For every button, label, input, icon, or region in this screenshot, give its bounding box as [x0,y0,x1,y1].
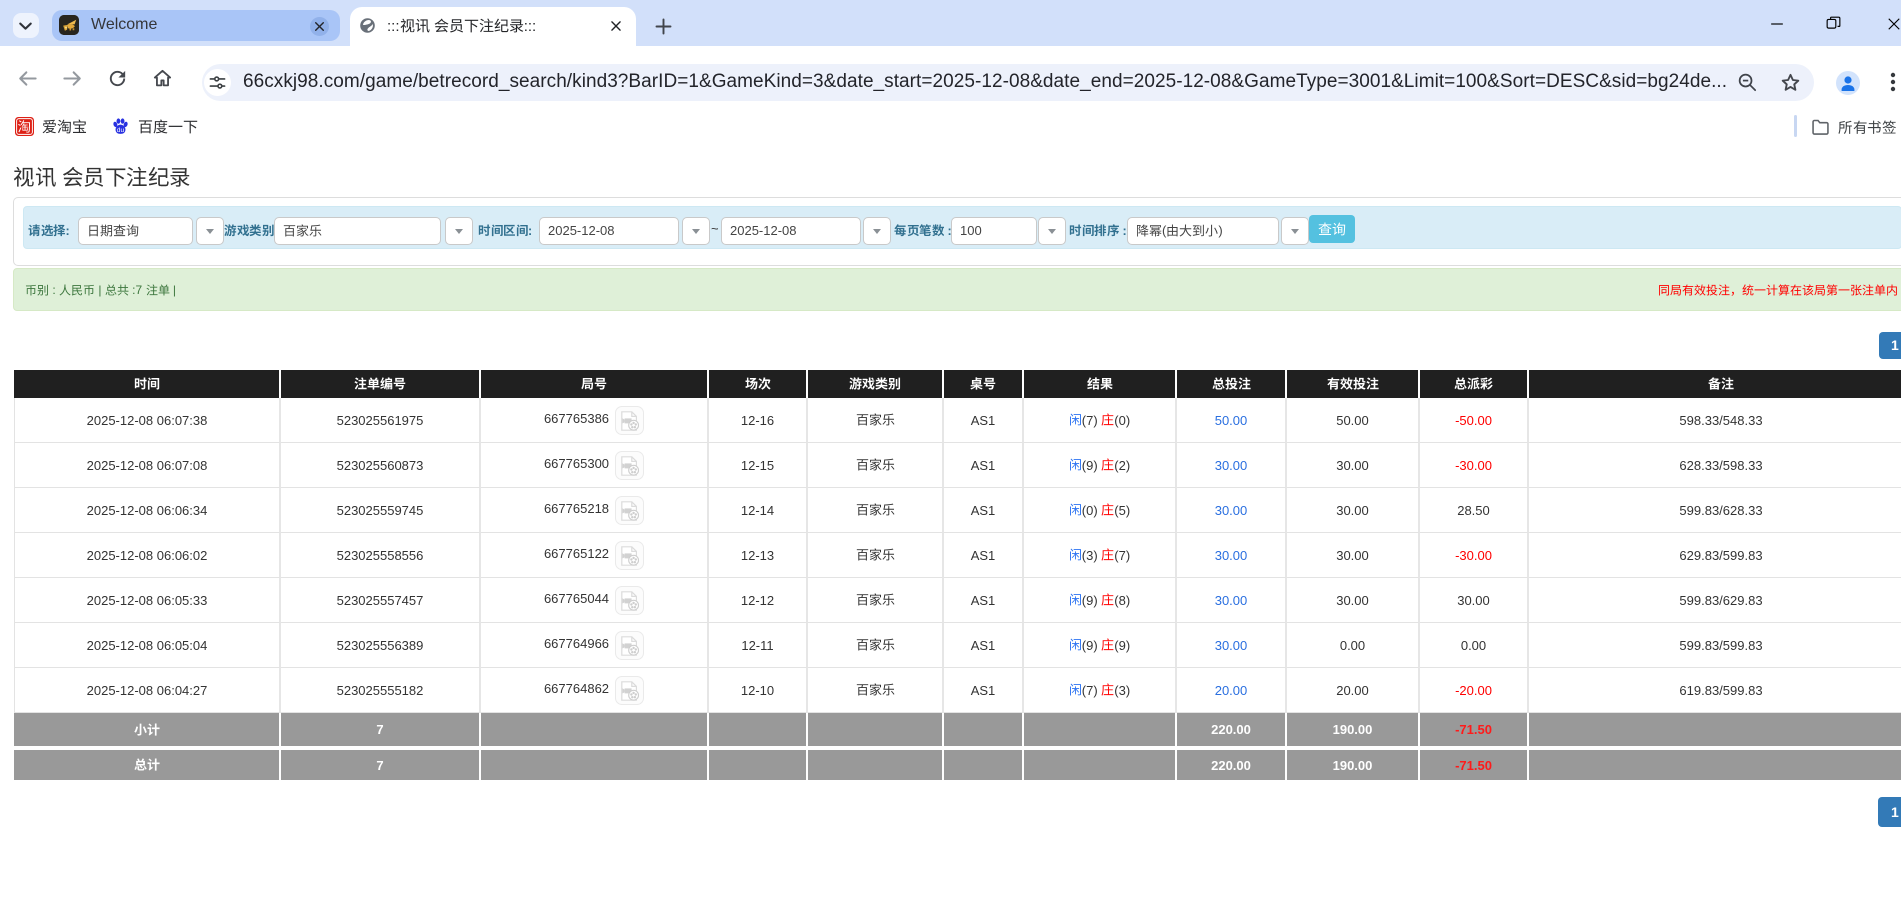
svg-text:du: du [117,127,125,134]
